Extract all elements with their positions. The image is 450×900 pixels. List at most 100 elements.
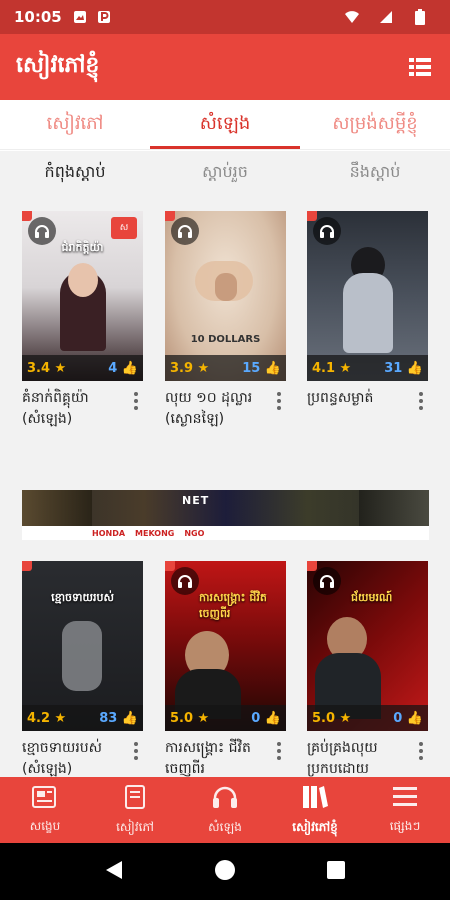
rating: 4.2 ★ xyxy=(27,710,67,726)
more-options-icon[interactable] xyxy=(414,738,428,777)
menu-icon xyxy=(391,785,419,812)
nav-my-books[interactable]: សៀវភៅខ្ញុំ xyxy=(270,777,360,843)
nav-more[interactable]: ផ្សេងៗ xyxy=(360,777,450,843)
status-time: 10:05 xyxy=(14,8,62,26)
book-title[interactable]: គំនាក់ពិគ្គុយ៉ា (សំឡេង) xyxy=(22,388,122,430)
book-icon xyxy=(123,784,147,813)
audiobook-card[interactable]: 10 DOLLARS 3.9 ★ 15 👍 លុយ ១០ ដុល្លារ (ស្… xyxy=(165,211,286,430)
recents-icon[interactable] xyxy=(326,860,346,884)
likes: 4 👍 xyxy=(108,360,138,376)
audiobook-card[interactable]: ស ជំរាកិត្តិយ៉ា 3.4 ★ 4 👍 គំនាក់ពិគ្គុយ៉… xyxy=(22,211,143,430)
top-tabs: សៀវភៅ សំឡេង សម្រង់សម្ដីខ្ញុំ xyxy=(0,100,450,150)
book-cover[interactable]: 10 DOLLARS 3.9 ★ 15 👍 xyxy=(165,211,286,381)
cover-text: ជំរាកិត្តិយ៉ា xyxy=(61,241,104,254)
sponsor: HONDA xyxy=(92,528,126,538)
tab-my-quotes[interactable]: សម្រង់សម្ដីខ្ញុំ xyxy=(300,100,450,149)
more-options-icon[interactable] xyxy=(129,388,143,430)
tab-audio[interactable]: សំឡេង xyxy=(150,100,300,149)
tab-books[interactable]: សៀវភៅ xyxy=(0,100,150,149)
nav-label: សំឡេង xyxy=(208,819,242,834)
listen-filter: កំពុងស្ដាប់ ស្ដាប់រួច នឹងស្ដាប់ xyxy=(0,151,450,195)
parking-icon xyxy=(96,9,112,25)
likes: 83 👍 xyxy=(99,710,138,726)
book-title[interactable]: លុយ ១០ ដុល្លារ (ស្ងោ​ន​ឡៃ) xyxy=(165,388,265,430)
book-title[interactable]: ការសង្គ្រោះ ជីវិតចេញពីរ xyxy=(165,738,265,777)
book-cover[interactable]: ជ័យមរណ៍ 5.0 ★ 0 👍 xyxy=(307,561,428,731)
wifi-icon xyxy=(344,9,360,25)
more-options-icon[interactable] xyxy=(414,388,428,410)
audio-tag-icon xyxy=(307,561,317,571)
app-bar: សៀវភៅខ្ញុំ xyxy=(0,34,450,100)
subtab-will-listen[interactable]: នឹងស្ដាប់ xyxy=(300,151,450,195)
nav-summary[interactable]: សង្ខេប xyxy=(0,777,90,843)
cover-subtitle: 10 DOLLARS xyxy=(190,334,261,345)
rating: 5.0 ★ xyxy=(312,710,352,726)
newspaper-icon xyxy=(31,785,59,812)
page-title: សៀវភៅខ្ញុំ xyxy=(16,53,100,78)
more-options-icon[interactable] xyxy=(129,738,143,777)
book-cover[interactable]: ខ្មោចទាយរបស់ 4.2 ★ 83 👍 xyxy=(22,561,143,731)
audio-tag-icon xyxy=(165,561,175,571)
subtab-listened[interactable]: ស្ដាប់រួច xyxy=(150,151,300,195)
book-stats: 5.0 ★ 0 👍 xyxy=(307,705,428,731)
sponsor: MEKONG xyxy=(135,528,175,538)
back-icon[interactable] xyxy=(104,859,124,885)
book-stats: 3.9 ★ 15 👍 xyxy=(165,355,286,381)
status-bar: 10:05 xyxy=(0,0,450,34)
book-cover[interactable]: ការសង្គ្រោះ ជីវិតចេញពីរ 5.0 ★ 0 👍 xyxy=(165,561,286,731)
library-icon xyxy=(301,784,329,813)
book-cover[interactable]: ស ជំរាកិត្តិយ៉ា 3.4 ★ 4 👍 xyxy=(22,211,143,381)
cover-text: ខ្មោចទាយរបស់ xyxy=(51,591,114,604)
headphones-icon xyxy=(313,567,341,595)
nav-label: សង្ខេប xyxy=(29,818,61,833)
headphones-icon xyxy=(313,217,341,245)
book-stats: 4.2 ★ 83 👍 xyxy=(22,705,143,731)
likes: 0 👍 xyxy=(393,710,423,726)
audiobook-card[interactable]: 4.1 ★ 31 👍 ប្រពន្ធសម្ងាត់ xyxy=(307,211,428,410)
rating: 3.4 ★ xyxy=(27,360,67,376)
more-options-icon[interactable] xyxy=(272,388,286,430)
likes: 31 👍 xyxy=(384,360,423,376)
headphones-icon xyxy=(171,217,199,245)
cover-text: ជ័យមរណ៍ xyxy=(351,591,393,604)
ad-brand: NET xyxy=(182,494,210,507)
home-icon[interactable] xyxy=(213,858,237,886)
book-title[interactable]: ប្រពន្ធសម្ងាត់ xyxy=(307,388,407,410)
nav-label: សៀវភៅខ្ញុំ xyxy=(292,819,338,834)
content-area: កំពុងស្ដាប់ ស្ដាប់រួច នឹងស្ដាប់ ស ជំរាកិ… xyxy=(0,151,450,777)
nav-label: សៀវភៅ xyxy=(116,819,154,834)
book-cover[interactable]: 4.1 ★ 31 👍 xyxy=(307,211,428,381)
audio-tag-icon xyxy=(165,211,175,221)
likes: 15 👍 xyxy=(242,360,281,376)
bottom-nav: សង្ខេប សៀវភៅ សំឡេង សៀវភៅខ្ញុំ ផ្សេងៗ xyxy=(0,777,450,843)
rating: 3.9 ★ xyxy=(170,360,210,376)
nav-label: ផ្សេងៗ xyxy=(389,818,421,833)
book-stats: 3.4 ★ 4 👍 xyxy=(22,355,143,381)
gallery-icon xyxy=(72,9,88,25)
nav-books[interactable]: សៀវភៅ xyxy=(90,777,180,843)
audiobook-card[interactable]: ការសង្គ្រោះ ជីវិតចេញពីរ 5.0 ★ 0 👍 ការសង្… xyxy=(165,561,286,777)
system-nav-bar xyxy=(0,843,450,900)
headphones-icon xyxy=(211,784,239,813)
battery-icon xyxy=(412,9,428,25)
rating: 4.1 ★ xyxy=(312,360,352,376)
book-title[interactable]: គ្រប់គ្រងលុយ ប្រកបដោយ xyxy=(307,738,407,777)
audio-tag-icon xyxy=(22,211,32,221)
audiobook-card[interactable]: ខ្មោចទាយរបស់ 4.2 ★ 83 👍 ខ្មោចទាយរបស់ (សំ… xyxy=(22,561,143,777)
audiobook-card[interactable]: ជ័យមរណ៍ 5.0 ★ 0 👍 គ្រប់គ្រងលុយ ប្រកបដោយ xyxy=(307,561,428,777)
more-options-icon[interactable] xyxy=(272,738,286,777)
book-stats: 4.1 ★ 31 👍 xyxy=(307,355,428,381)
publisher-logo: ស xyxy=(111,217,137,239)
signal-icon xyxy=(378,9,394,25)
audio-tag-icon xyxy=(307,211,317,221)
list-view-icon[interactable] xyxy=(406,53,434,81)
ad-banner[interactable]: NET HONDA MEKONG NGO xyxy=(22,490,429,540)
rating: 5.0 ★ xyxy=(170,710,210,726)
book-title[interactable]: ខ្មោចទាយរបស់ (សំឡេង) xyxy=(22,738,122,777)
book-stats: 5.0 ★ 0 👍 xyxy=(165,705,286,731)
likes: 0 👍 xyxy=(251,710,281,726)
nav-audio[interactable]: សំឡេង xyxy=(180,777,270,843)
ad-sponsors: HONDA MEKONG NGO xyxy=(22,526,429,540)
subtab-listening[interactable]: កំពុងស្ដាប់ xyxy=(0,151,150,195)
audio-tag-icon xyxy=(22,561,32,571)
